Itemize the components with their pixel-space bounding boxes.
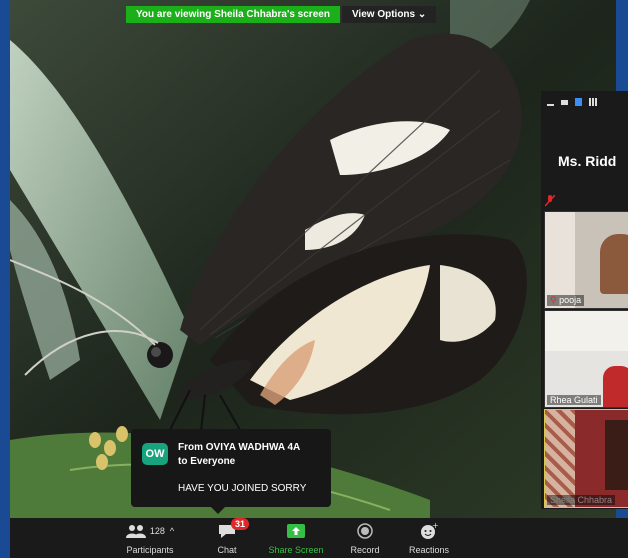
chat-unread-badge: 31 [231,518,250,530]
muted-mic-icon [545,195,555,207]
video-tile-pooja[interactable]: ⚲ pooja [544,211,628,309]
gallery-panel: Ms. Ridd ⚲ pooja Rhea Gulati Sheila Chha… [541,91,628,509]
avatar: OW [142,443,168,465]
screen-share-banner: You are viewing Sheila Chhabra's screen … [126,6,437,23]
participants-count: 128 [149,526,165,536]
view-options-button[interactable]: View Options ⌄ [341,6,437,23]
participant-name: Rhea Gulati [547,395,601,405]
gallery-view-controls [541,91,628,113]
minimize-icon[interactable] [547,103,554,106]
video-tile-sheila-chhabra[interactable]: Sheila Chhabra [544,409,628,508]
record-label: Record [350,545,380,555]
muted-mic-icon: ⚲ [550,295,557,305]
share-screen-label: Share Screen [268,545,324,555]
participants-icon [125,525,146,538]
share-screen-icon [287,524,305,538]
video-tile-rhea-gulati[interactable]: Rhea Gulati [544,310,628,408]
reactions-icon: + [421,522,438,539]
chat-notification[interactable]: OW From OVIYA WADHWA 4A to Everyone HAVE… [131,429,331,514]
restore-icon[interactable] [561,99,568,105]
viewing-screen-label: You are viewing Sheila Chhabra's screen [126,6,340,23]
svg-text:+: + [432,522,438,530]
participants-button[interactable]: 128 ^ Participants [115,520,185,555]
active-speaker-name: Ms. Ridd [558,153,617,169]
recipient-line: to Everyone [178,456,236,467]
notification-sender: From OVIYA WADHWA 4A to Everyone [178,441,328,469]
reactions-label: Reactions [408,545,450,555]
participant-name: Sheila Chhabra [547,495,616,505]
share-screen-button[interactable]: Share Screen [263,520,329,555]
sender-line: From OVIYA WADHWA 4A [178,442,301,453]
gallery-view-icon[interactable] [589,98,597,106]
participants-label: Participants [126,545,174,555]
chevron-up-icon[interactable]: ^ [170,526,174,536]
participant-name: pooja [559,295,582,305]
reactions-button[interactable]: + Reactions [403,520,455,555]
chat-button[interactable]: 31 Chat [205,518,250,555]
speaker-view-icon[interactable] [575,98,582,106]
notification-message: HAVE YOU JOINED SORRY [178,483,307,494]
record-icon [357,523,373,539]
meeting-toolbar: 128 ^ Participants 31 Chat Share Screen [10,518,628,558]
record-button[interactable]: Record [341,520,389,555]
chat-label: Chat [217,545,237,555]
